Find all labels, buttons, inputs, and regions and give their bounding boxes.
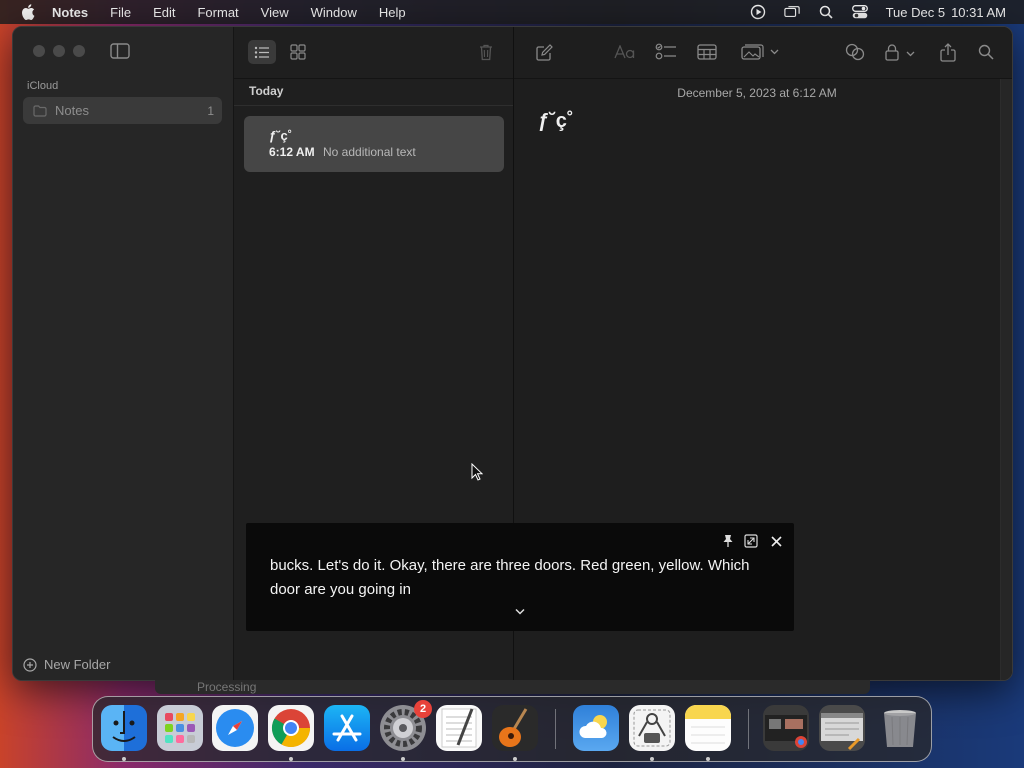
apple-menu-icon[interactable] [18,2,38,22]
close-window-button[interactable] [33,45,45,57]
dock-safari-icon[interactable] [212,705,258,751]
folder-note-count: 1 [207,103,214,118]
note-date: December 5, 2023 at 6:12 AM [677,86,837,100]
menu-format[interactable]: Format [197,5,238,20]
dock-garageband-icon[interactable] [492,705,538,751]
sidebar-item-label: Notes [55,103,89,118]
gallery-view-icon[interactable] [284,40,312,64]
pin-icon[interactable] [720,533,736,549]
editor-scrollbar[interactable] [1000,79,1012,680]
compose-note-icon[interactable] [534,40,554,64]
menu-bar: Notes File Edit Format View Window Help … [0,0,1024,24]
dock-weather-icon[interactable] [573,705,619,751]
screen-recording-icon[interactable] [750,4,766,20]
list-view-icon[interactable] [248,40,276,64]
chevron-down-icon[interactable] [512,605,528,617]
sidebar-section-icloud: iCloud [27,80,59,92]
note-item-preview: No additional text [323,145,416,159]
dock-notes-icon[interactable] [685,705,731,751]
dock-separator [555,709,556,749]
resize-icon[interactable] [743,533,759,549]
background-window-edge[interactable]: Processing [155,680,870,694]
dock-trash-icon[interactable] [877,705,923,751]
note-body-text[interactable]: ƒ˘ç˚ [538,110,574,133]
dock-textedit-icon[interactable] [436,705,482,751]
media-insert-icon[interactable] [740,40,782,64]
menu-view[interactable]: View [261,5,289,20]
lock-icon[interactable] [884,40,918,64]
note-list-toolbar [234,27,513,79]
menu-app-name[interactable]: Notes [52,5,88,20]
collaborate-icon[interactable] [843,40,867,64]
table-icon[interactable] [695,40,719,64]
sidebar: iCloud Notes 1 New Folder [13,27,234,680]
dock-chrome-icon[interactable] [268,705,314,751]
menu-time[interactable]: 10:31 AM [951,5,1006,20]
new-folder-button[interactable]: New Folder [23,657,110,672]
menu-help[interactable]: Help [379,5,406,20]
live-captions-panel: bucks. Let's do it. Okay, there are thre… [246,523,794,631]
dock-screenshot-icon[interactable] [629,705,675,751]
dock-finder-icon[interactable] [101,705,147,751]
menu-file[interactable]: File [110,5,131,20]
note-item-time: 6:12 AM [269,145,315,159]
checklist-icon[interactable] [654,40,678,64]
dock-recent-document-icon[interactable] [819,705,865,751]
dock-app-store-icon[interactable] [324,705,370,751]
caption-text: bucks. Let's do it. Okay, there are thre… [270,557,750,598]
zoom-window-button[interactable] [73,45,85,57]
menu-window[interactable]: Window [311,5,357,20]
sidebar-toggle-icon[interactable] [110,43,130,59]
folder-icon [33,104,47,117]
search-icon[interactable] [976,40,996,64]
share-icon[interactable] [938,40,958,64]
dock-separator [748,709,749,749]
screen-mirroring-icon[interactable] [783,4,800,20]
note-list-item[interactable]: ƒ˘ç˚ 6:12 AM No additional text [244,116,504,172]
menu-edit[interactable]: Edit [153,5,175,20]
note-group-header: Today [249,84,284,98]
dock-launchpad-icon[interactable] [157,705,203,751]
control-center-icon[interactable] [851,4,868,20]
note-item-title: ƒ˘ç˚ [269,128,293,143]
running-indicator [401,757,405,761]
menu-date[interactable]: Tue Dec 5 [886,5,946,20]
plus-circle-icon [23,657,37,672]
notification-badge: 2 [414,700,432,718]
window-controls [33,45,93,57]
editor-toolbar [514,27,1012,79]
delete-note-icon[interactable] [474,40,498,64]
divider [234,105,513,106]
text-format-icon[interactable] [613,40,637,64]
close-icon[interactable] [768,533,784,549]
minimize-window-button[interactable] [53,45,65,57]
dock: 2 [92,696,932,762]
sidebar-item-notes[interactable]: Notes 1 [23,97,222,124]
mouse-pointer-icon [471,462,484,481]
background-window-text: Processing [197,680,257,694]
new-folder-label: New Folder [44,657,111,672]
running-indicator [289,757,293,761]
spotlight-icon[interactable] [818,4,834,20]
running-indicator [513,757,517,761]
running-indicator [650,757,654,761]
dock-recent-window-icon[interactable] [763,705,809,751]
running-indicator [122,757,126,761]
running-indicator [706,757,710,761]
